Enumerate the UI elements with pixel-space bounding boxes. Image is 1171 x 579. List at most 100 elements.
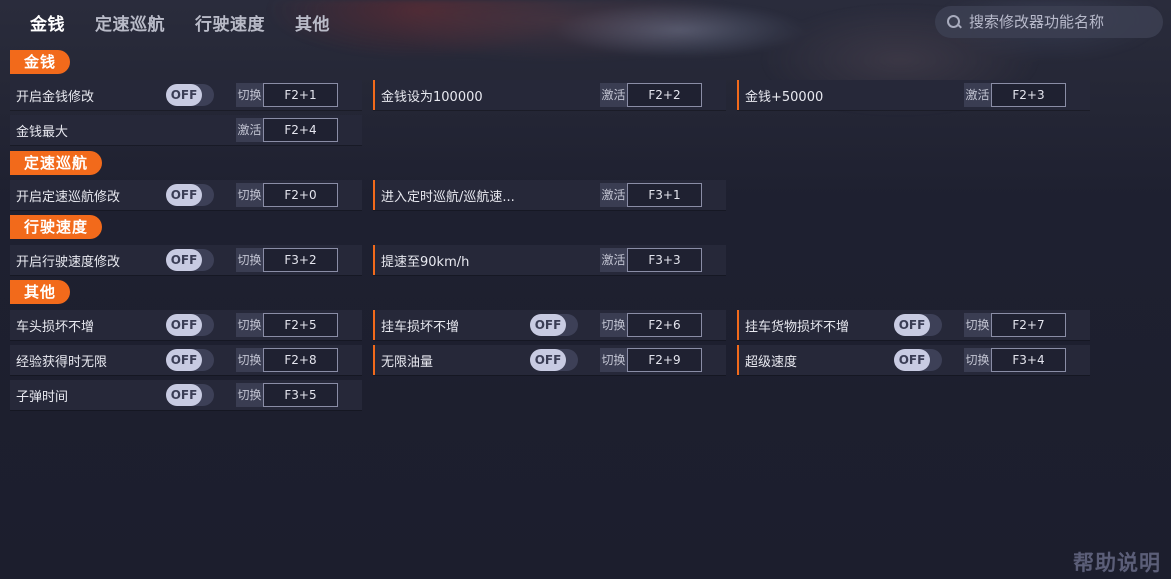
feature-label: 金钱+50000	[745, 89, 824, 105]
hotkey-key[interactable]: F2+7	[991, 313, 1066, 337]
search-box[interactable]	[935, 6, 1163, 38]
hotkey-action: 切换	[236, 383, 263, 407]
feature-label: 挂车损坏不增	[381, 319, 460, 335]
hotkey-button[interactable]: 切换 F2+5	[236, 313, 338, 337]
toggle-knob: OFF	[166, 314, 202, 336]
hotkey-key[interactable]: F2+0	[263, 183, 338, 207]
hotkey-key[interactable]: F3+3	[627, 248, 702, 272]
hotkey-action: 切换	[964, 313, 991, 337]
toggle-switch[interactable]: OFF	[166, 384, 214, 406]
toggle-knob: OFF	[530, 314, 566, 336]
feature-label: 车头损坏不增	[16, 319, 95, 335]
hotkey-key[interactable]: F3+2	[263, 248, 338, 272]
feature-label: 开启行驶速度修改	[16, 254, 121, 270]
feature-label: 进入定时巡航/巡航速...	[381, 189, 515, 205]
feature-label: 无限油量	[381, 354, 434, 370]
tab-cruise[interactable]: 定速巡航	[95, 10, 165, 35]
section-cruise: 定速巡航	[10, 151, 103, 175]
hotkey-action: 切换	[600, 348, 627, 372]
row-fuel-unlimited: 无限油量 OFF 切换 F2+9	[373, 345, 726, 375]
hotkey-key[interactable]: F2+4	[263, 118, 338, 142]
row-super-speed: 超级速度 OFF 切换 F3+4	[737, 345, 1090, 375]
hotkey-button[interactable]: 切换 F2+8	[236, 348, 338, 372]
feature-label: 开启定速巡航修改	[16, 189, 121, 205]
toggle-knob: OFF	[166, 249, 202, 271]
hotkey-button[interactable]: 激活 F2+3	[964, 83, 1066, 107]
hotkey-key[interactable]: F2+3	[991, 83, 1066, 107]
row-money-add: 金钱+50000 激活 F2+3	[737, 80, 1090, 110]
search-input[interactable]	[969, 13, 1149, 31]
feature-label: 开启金钱修改	[16, 89, 95, 105]
row-head-nodmg: 车头损坏不增 OFF 切换 F2+5	[10, 310, 362, 340]
hotkey-button[interactable]: 切换 F2+9	[600, 348, 702, 372]
hotkey-key[interactable]: F3+4	[991, 348, 1066, 372]
toggle-knob: OFF	[166, 184, 202, 206]
hotkey-button[interactable]: 激活 F2+4	[236, 118, 338, 142]
hotkey-key[interactable]: F2+5	[263, 313, 338, 337]
hotkey-action: 切换	[236, 183, 263, 207]
toggle-knob: OFF	[166, 84, 202, 106]
feature-label: 挂车货物损坏不增	[745, 319, 850, 335]
toggle-knob: OFF	[166, 349, 202, 371]
hotkey-button[interactable]: 切换 F2+0	[236, 183, 338, 207]
hotkey-action: 切换	[236, 348, 263, 372]
feature-label: 金钱最大	[16, 124, 69, 140]
hotkey-action: 激活	[236, 118, 263, 142]
hotkey-key[interactable]: F2+1	[263, 83, 338, 107]
tab-money[interactable]: 金钱	[30, 10, 65, 35]
category-tabs: 金钱 定速巡航 行驶速度 其他	[30, 8, 360, 36]
hotkey-action: 激活	[600, 183, 627, 207]
row-cargo-nodmg: 挂车货物损坏不增 OFF 切换 F2+7	[737, 310, 1090, 340]
hotkey-button[interactable]: 激活 F3+3	[600, 248, 702, 272]
hotkey-key[interactable]: F2+8	[263, 348, 338, 372]
trainer-window: 金钱 定速巡航 行驶速度 其他 金钱 开启金钱修改 OFF 切换 F2+1 金钱…	[0, 0, 1171, 579]
toggle-knob: OFF	[894, 314, 930, 336]
toggle-switch[interactable]: OFF	[166, 249, 214, 271]
row-speed-90: 提速至90km/h 激活 F3+3	[373, 245, 726, 275]
section-other: 其他	[10, 280, 71, 304]
hotkey-action: 切换	[236, 313, 263, 337]
toggle-switch[interactable]: OFF	[166, 314, 214, 336]
help-link[interactable]: 帮助说明	[1073, 547, 1161, 577]
hotkey-key[interactable]: F2+9	[627, 348, 702, 372]
row-bullet-time: 子弹时间 OFF 切换 F3+5	[10, 380, 362, 410]
hotkey-key[interactable]: F3+5	[263, 383, 338, 407]
toggle-switch[interactable]: OFF	[530, 314, 578, 336]
hotkey-action: 切换	[236, 83, 263, 107]
hotkey-button[interactable]: 切换 F3+4	[964, 348, 1066, 372]
tab-other[interactable]: 其他	[295, 10, 330, 35]
feature-label: 金钱设为100000	[381, 89, 483, 105]
feature-label: 经验获得时无限	[16, 354, 108, 370]
hotkey-action: 激活	[964, 83, 991, 107]
hotkey-action: 切换	[964, 348, 991, 372]
hotkey-button[interactable]: 激活 F2+2	[600, 83, 702, 107]
hotkey-key[interactable]: F3+1	[627, 183, 702, 207]
row-trailer-nodmg: 挂车损坏不增 OFF 切换 F2+6	[373, 310, 726, 340]
hotkey-key[interactable]: F2+2	[627, 83, 702, 107]
hotkey-button[interactable]: 激活 F3+1	[600, 183, 702, 207]
toggle-switch[interactable]: OFF	[530, 349, 578, 371]
row-money-max: 金钱最大 激活 F2+4	[10, 115, 362, 145]
tab-speed[interactable]: 行驶速度	[195, 10, 265, 35]
toggle-knob: OFF	[166, 384, 202, 406]
hotkey-key[interactable]: F2+6	[627, 313, 702, 337]
toggle-switch[interactable]: OFF	[166, 184, 214, 206]
hotkey-button[interactable]: 切换 F3+5	[236, 383, 338, 407]
toggle-switch[interactable]: OFF	[894, 314, 942, 336]
section-money: 金钱	[10, 50, 71, 74]
feature-label: 子弹时间	[16, 389, 69, 405]
hotkey-button[interactable]: 切换 F3+2	[236, 248, 338, 272]
hotkey-button[interactable]: 切换 F2+1	[236, 83, 338, 107]
toggle-switch[interactable]: OFF	[166, 84, 214, 106]
toggle-switch[interactable]: OFF	[894, 349, 942, 371]
hotkey-button[interactable]: 切换 F2+6	[600, 313, 702, 337]
toggle-switch[interactable]: OFF	[166, 349, 214, 371]
toggle-knob: OFF	[894, 349, 930, 371]
row-money-enable: 开启金钱修改 OFF 切换 F2+1	[10, 80, 362, 110]
hotkey-button[interactable]: 切换 F2+7	[964, 313, 1066, 337]
row-cruise-enable: 开启定速巡航修改 OFF 切换 F2+0	[10, 180, 362, 210]
feature-label: 提速至90km/h	[381, 254, 470, 270]
toggle-knob: OFF	[530, 349, 566, 371]
row-cruise-enter: 进入定时巡航/巡航速... 激活 F3+1	[373, 180, 726, 210]
feature-label: 超级速度	[745, 354, 798, 370]
